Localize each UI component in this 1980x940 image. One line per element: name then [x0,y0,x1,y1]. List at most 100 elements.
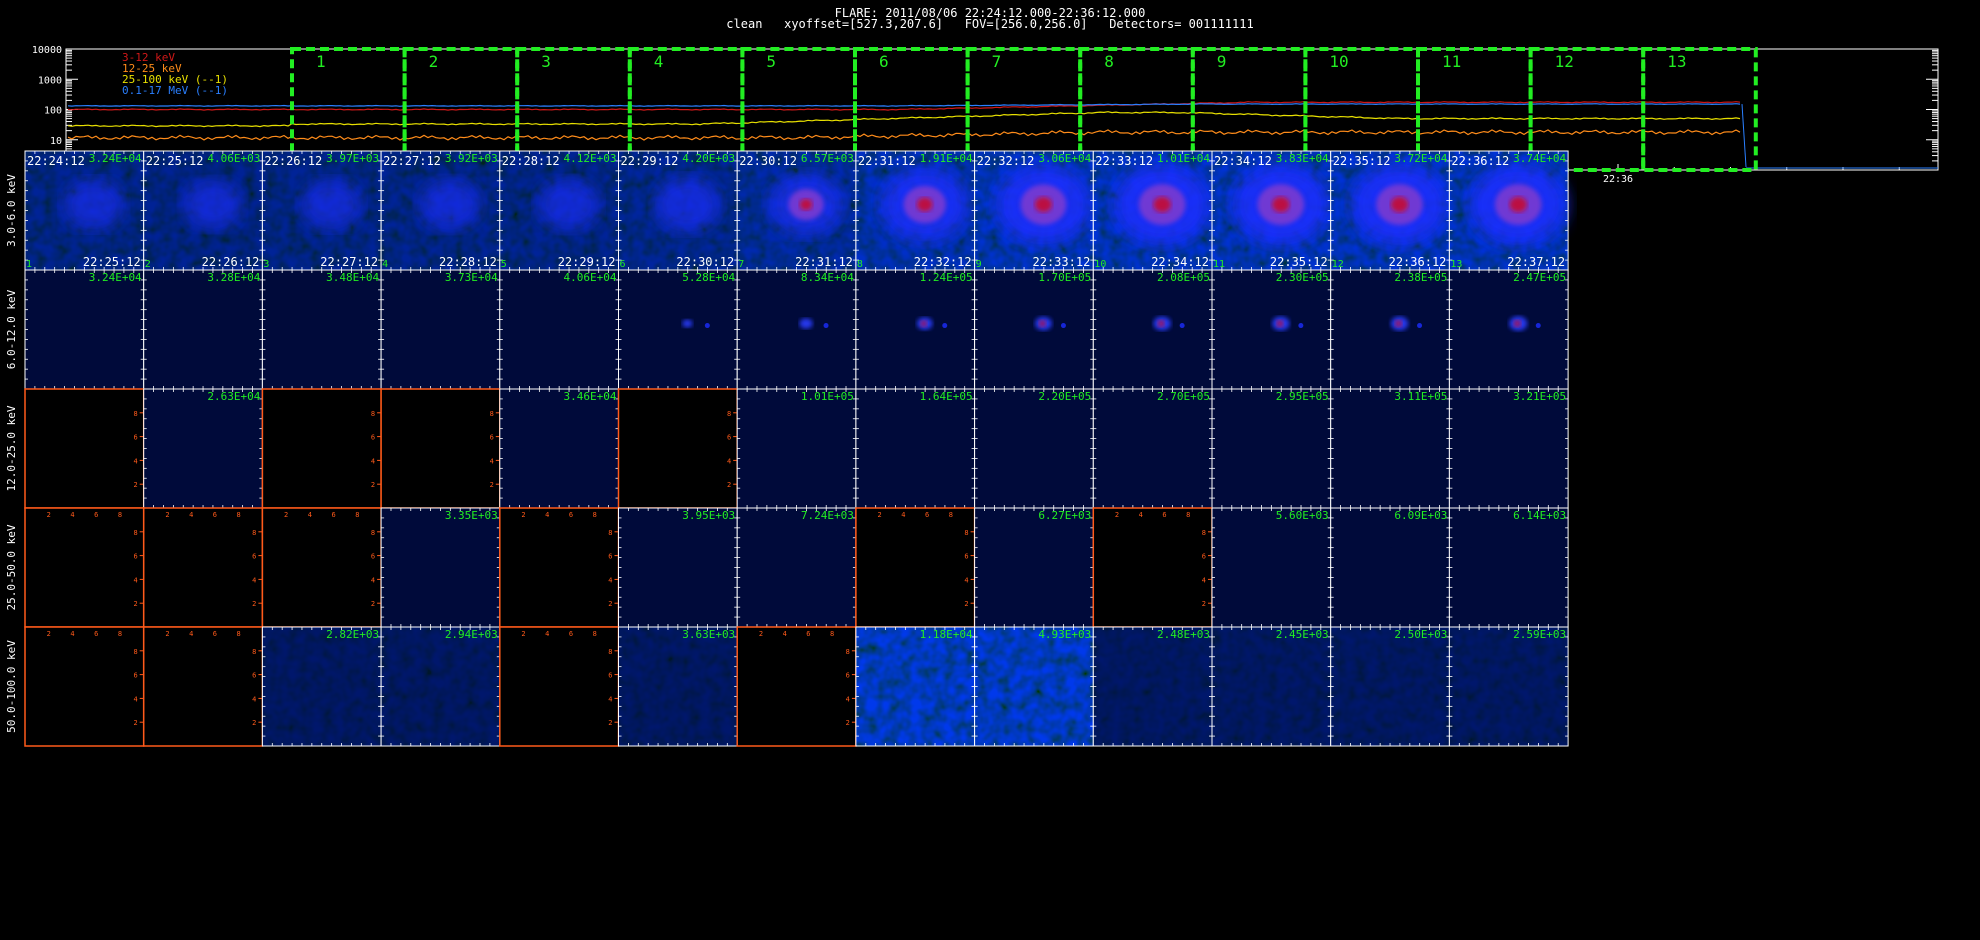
axis-tick-label: 4 [133,576,137,584]
image-panel: 3.06E+0422:32:12 22:33:12 9 [974,150,1094,271]
frame-number-label: 12 [1332,259,1344,270]
max-value-label: 1.01E+04 [1157,152,1210,165]
axis-tick-label: 8 [490,410,494,418]
axis-tick-label: 2 [727,481,731,489]
max-value-label: 3.11E+05 [1394,390,1447,403]
axis-tick-label: 2 [133,719,137,727]
empty-panel-frame [499,626,620,747]
image-panel: 5.60E+03 [1211,507,1332,628]
axis-tick-label: 4 [727,457,731,465]
image-panel: 6.09E+03 [1330,507,1450,628]
axis-tick-label: 6 [213,630,217,638]
frame-number-label: 2 [145,259,151,270]
axis-tick-label: 2 [47,630,51,638]
axis-tick-label: 4 [545,511,549,519]
max-value-label: 6.57E+03 [801,152,854,165]
axis-tick-label: 8 [252,529,256,537]
image-panel: 2.20E+05 [974,388,1094,509]
frame-number-label: 5 [501,259,507,270]
start-time-label: 22:35:12 [1333,154,1391,168]
axis-tick-label: 6 [252,553,256,561]
axis-tick-label: 6 [608,672,612,680]
axis-tick-label: 4 [189,630,193,638]
image-panel: 3.97E+03 22:26:12 22:27:12 3 [261,150,382,271]
image-panel: 2.95E+05 [1211,388,1332,509]
image-panel: 2.82E+03 [261,626,382,747]
max-value-label: 3.73E+04 [445,271,498,284]
end-time-label: 22:26:12 [202,255,260,269]
secondary-source [1179,323,1185,329]
max-value-label: 1.01E+05 [801,390,854,403]
image-panel: 2 4 6 8 2 4 6 8 [499,626,620,747]
image-panel: 2.63E+04 [143,388,263,509]
max-value-label: 2.50E+03 [1394,628,1447,641]
image-panel: 1.01E+05 [736,388,857,509]
source-halo [799,318,813,329]
axis-tick-label: 4 [846,695,850,703]
axis-tick-label: 2 [608,600,612,608]
max-value-label: 2.95E+05 [1276,390,1329,403]
max-value-label: 2.59E+03 [1513,628,1566,641]
image-panel: 7.24E+03 [736,507,857,628]
panel-background [1212,389,1331,508]
max-value-label: 3.46E+04 [564,390,617,403]
image-panel: 2.08E+05 [1092,269,1213,390]
image-panel: 2 4 6 8 2 4 6 8 [1092,507,1213,628]
image-panel: 3.83E+04 22:34:12 22:35:12 11 [1211,150,1332,271]
axis-tick-label: 2 [133,481,137,489]
empty-panel-frame [142,626,264,747]
max-value-label: 6.14E+03 [1513,509,1566,522]
axis-tick-label: 2 [1202,600,1206,608]
end-time-label: 22:30:12 [676,255,734,269]
end-time-label: 22:36:12 [1389,255,1447,269]
max-value-label: 2.45E+03 [1276,628,1329,641]
source-peak [1513,319,1521,328]
max-value-label: 6.09E+03 [1394,509,1447,522]
secondary-source [942,323,948,329]
panel-background [737,389,856,508]
empty-panel-frame [736,626,857,747]
axis-tick-label: 8 [593,630,597,638]
source-halo [63,179,125,230]
empty-panel-frame [261,388,382,509]
image-panel: 4.20E+0322:29:12 22:30:12 6 [618,150,738,271]
source-peak [1034,196,1052,213]
axis-tick-label: 4 [783,630,787,638]
max-value-label: 8.34E+04 [801,271,854,284]
source-peak [1509,196,1527,213]
empty-panel-frame [499,507,620,628]
axis-tick-label: 6 [133,434,137,442]
axis-tick-label: 4 [189,511,193,519]
axis-tick-label: 2 [371,600,375,608]
max-value-label: 1.24E+05 [920,271,973,284]
axis-tick-label: 4 [133,695,137,703]
image-panel: 4.12E+03 22:28:12 22:29:12 5 [499,150,619,271]
source-halo [300,179,362,230]
axis-tick-label: 8 [964,529,968,537]
panel-background [381,508,500,627]
axis-tick-label: 4 [964,576,968,584]
axis-tick-label: 4 [1202,576,1206,584]
source-halo [182,179,243,230]
image-panel: 3.11E+05 [1330,388,1450,509]
panel-background [1330,508,1450,627]
end-time-label: 22:37:12 [1507,255,1565,269]
image-panel: 2 4 6 8 2 4 6 8 [855,507,976,628]
max-value-label: 3.35E+03 [445,509,498,522]
axis-tick-label: 6 [964,553,968,561]
noise-texture [381,627,500,746]
start-time-label: 22:36:12 [1451,154,1509,168]
max-value-label: 2.70E+05 [1157,390,1210,403]
panel-background [143,389,263,508]
panel-background [1449,270,1569,389]
axis-tick-label: 4 [308,511,312,519]
start-time-label: 22:29:12 [621,154,679,168]
image-panel: 3.46E+04 [499,388,619,509]
max-value-label: 2.38E+05 [1394,271,1447,284]
image-panel: 6.14E+03 [1448,507,1569,628]
axis-tick-label: 4 [545,630,549,638]
axis-tick-label: 6 [371,553,375,561]
image-panel: 3.74E+04 22:36:12 22:37:12 13 [1448,150,1569,271]
source-halo [682,319,693,328]
image-panel: 2.45E+03 [1211,626,1332,747]
